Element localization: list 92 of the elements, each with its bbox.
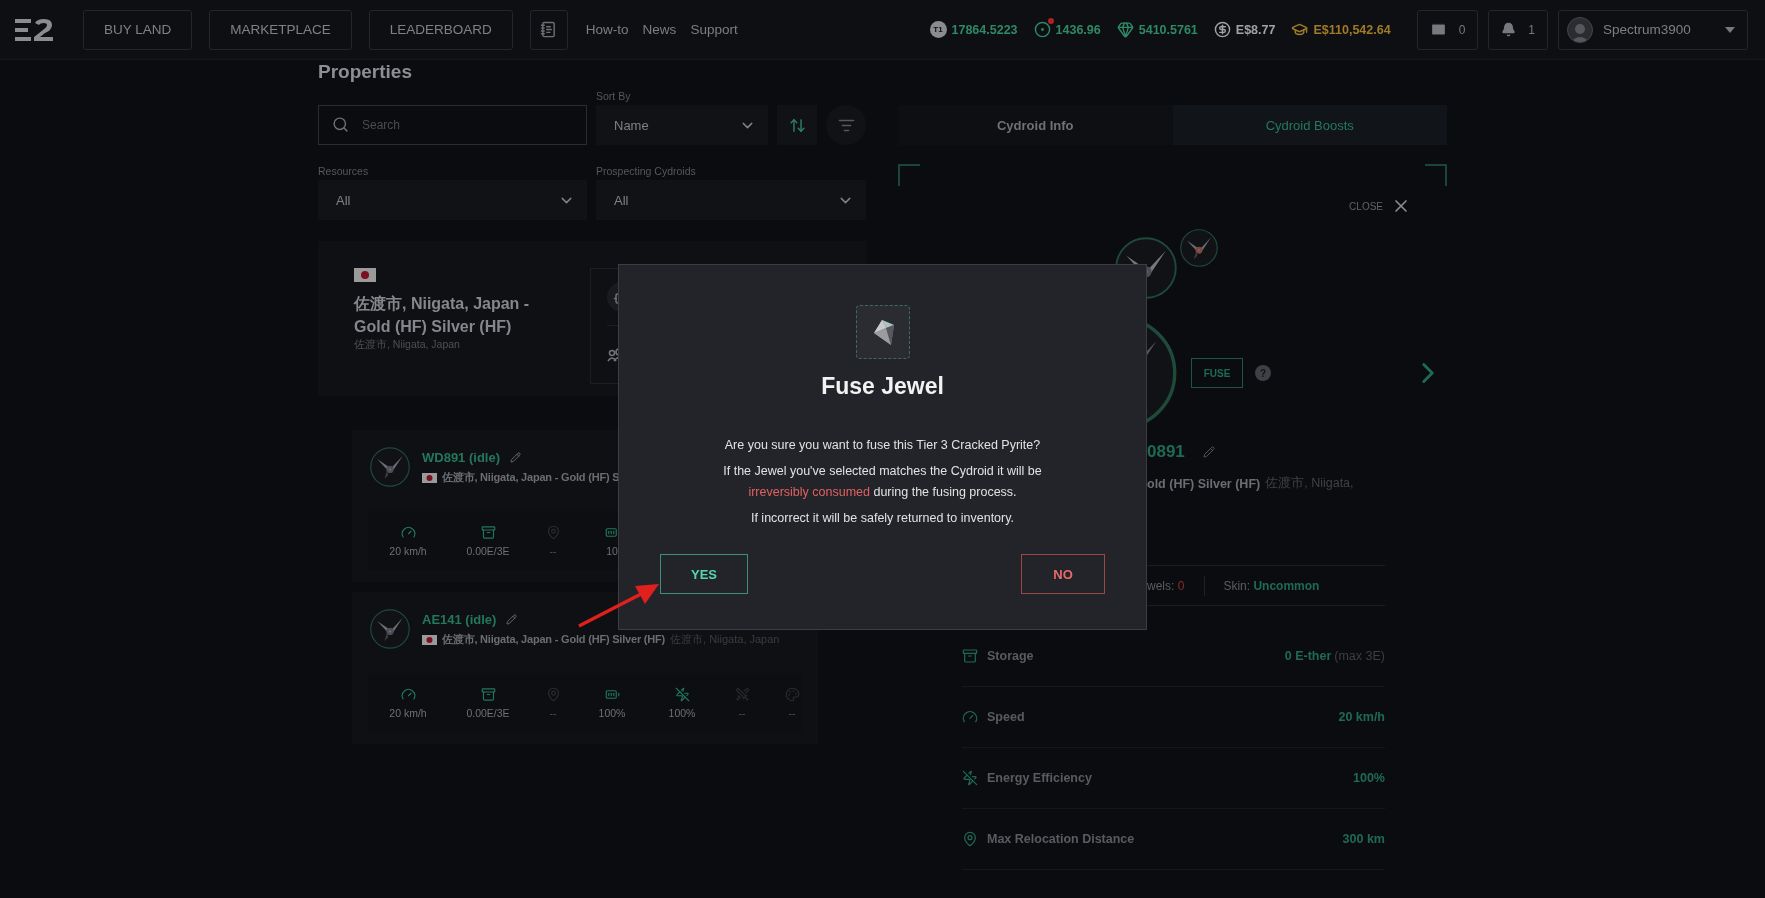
stat-value: 20 km/h bbox=[389, 706, 427, 719]
stat-label: Speed bbox=[987, 710, 1026, 724]
balance-value: E$110,542.64 bbox=[1313, 22, 1391, 37]
cydroid-location: 佐渡市, Niigata, Japan - Gold (HF) Silver (HF) bbox=[442, 632, 666, 647]
search-field[interactable]: Search bbox=[318, 105, 587, 145]
balance-value: 17864.5223 bbox=[951, 22, 1018, 37]
nav-button[interactable]: MARKETPLACE bbox=[209, 9, 352, 50]
lightning-icon bbox=[674, 686, 690, 702]
field-label: Prospecting Cydroids bbox=[596, 165, 697, 177]
stat-value: 20 km/h bbox=[389, 544, 427, 557]
stat-label: Max Relocation Distance bbox=[987, 832, 1136, 846]
map-pin-icon bbox=[545, 686, 561, 702]
stat-value: 20 km/h bbox=[1338, 710, 1385, 724]
sort-select[interactable]: Name bbox=[596, 105, 768, 145]
yes-button[interactable]: YES bbox=[660, 554, 748, 594]
frame-corner bbox=[898, 164, 920, 186]
notes-button[interactable] bbox=[529, 9, 568, 50]
flag-icon bbox=[422, 634, 437, 645]
caret-icon bbox=[1725, 26, 1735, 33]
mail-button[interactable]: 0 bbox=[1416, 9, 1479, 50]
stat-value: 0.00E/3E bbox=[466, 706, 510, 719]
skin-label: Skin: Uncommon bbox=[1223, 578, 1320, 593]
flag-icon bbox=[354, 268, 376, 282]
lightning-icon bbox=[962, 770, 978, 786]
stat-value: -- bbox=[549, 544, 557, 557]
stat-value: -- bbox=[549, 706, 557, 719]
notifications-button[interactable]: 1 bbox=[1488, 9, 1548, 50]
logo-icon[interactable] bbox=[15, 18, 53, 41]
nav-button[interactable]: LEADERBOARD bbox=[368, 9, 513, 50]
tab[interactable]: Cydroid Boosts bbox=[1172, 105, 1447, 145]
notebook-icon bbox=[540, 21, 558, 38]
graduation-cap-icon bbox=[1291, 21, 1309, 38]
no-button[interactable]: NO bbox=[1021, 554, 1105, 594]
stat-label: Storage bbox=[987, 649, 1035, 663]
search-icon bbox=[332, 116, 349, 133]
cydroid-name: 0891 bbox=[1147, 442, 1185, 462]
field-label: Resources bbox=[318, 165, 370, 177]
stat-value: 300 km bbox=[1342, 832, 1385, 846]
gauge-icon bbox=[962, 709, 978, 725]
swords-icon bbox=[734, 686, 750, 702]
avatar-icon bbox=[1567, 16, 1593, 43]
storage-icon bbox=[962, 648, 978, 664]
stat-value: -- bbox=[738, 706, 746, 719]
nav-link[interactable]: How-to bbox=[585, 22, 629, 37]
stat-value: -- bbox=[788, 706, 796, 719]
storage-icon bbox=[480, 686, 496, 702]
close-button[interactable]: CLOSE bbox=[1349, 196, 1411, 216]
cydroids-select[interactable]: All bbox=[596, 180, 866, 220]
dollar-icon bbox=[1213, 21, 1231, 38]
storage-icon bbox=[480, 524, 496, 540]
sort-order-button[interactable] bbox=[777, 105, 817, 145]
balance-value: E$8.77 bbox=[1235, 22, 1276, 37]
nav-link[interactable]: News bbox=[642, 22, 677, 37]
gem-icon bbox=[1116, 21, 1134, 38]
field-label: Sort By bbox=[596, 90, 632, 102]
balance-value: 5410.5761 bbox=[1138, 22, 1198, 37]
mail-icon bbox=[1429, 21, 1447, 38]
resources-select[interactable]: All bbox=[318, 180, 587, 220]
balance-value: 1436.96 bbox=[1055, 22, 1101, 37]
cydroid-name: AE141 (idle) bbox=[422, 612, 497, 627]
palette-icon bbox=[784, 686, 800, 702]
map-pin-icon bbox=[545, 524, 561, 540]
fuse-button[interactable]: FUSE bbox=[1191, 358, 1243, 388]
gauge-icon bbox=[400, 686, 416, 702]
user-menu[interactable]: Spectrum3900 bbox=[1558, 9, 1748, 50]
pencil-icon[interactable] bbox=[506, 614, 518, 625]
stat-value: 100% bbox=[1353, 771, 1385, 785]
frame-corner bbox=[1425, 164, 1447, 186]
page-title: Properties bbox=[318, 60, 413, 84]
property-title: 佐渡市, Niigata, Japan - Gold (HF) Silver (HF) bbox=[354, 294, 531, 337]
gauge-icon bbox=[400, 524, 416, 540]
flag-icon bbox=[422, 472, 437, 483]
property-subtitle: 佐渡市, Niigata, Japan bbox=[354, 338, 461, 352]
cydroid-name: WD891 (idle) bbox=[422, 450, 500, 465]
stat-value: 0 E-ther bbox=[1284, 649, 1332, 663]
jewels-count: wels: 0 bbox=[1147, 578, 1185, 593]
stat-value: 100% bbox=[598, 706, 626, 719]
alert-dot bbox=[1047, 18, 1054, 24]
stat-value: 100% bbox=[668, 706, 696, 719]
nav-button[interactable]: BUY LAND bbox=[83, 9, 193, 50]
coin-icon bbox=[1033, 21, 1051, 38]
stat-value: 10 bbox=[606, 544, 618, 557]
map-pin-icon bbox=[962, 831, 978, 847]
bell-icon bbox=[1501, 22, 1517, 37]
pencil-icon[interactable] bbox=[510, 452, 521, 463]
nav-link[interactable]: Support bbox=[690, 22, 738, 37]
cydroid-location: old (HF) Silver (HF) bbox=[1147, 476, 1261, 491]
stat-value: 0.00E/3E bbox=[466, 544, 510, 557]
tier-icon: T1 bbox=[929, 21, 947, 38]
stat-label: Energy Efficiency bbox=[987, 771, 1093, 785]
sort-arrows-icon bbox=[788, 116, 806, 134]
pencil-icon[interactable] bbox=[1202, 446, 1215, 458]
